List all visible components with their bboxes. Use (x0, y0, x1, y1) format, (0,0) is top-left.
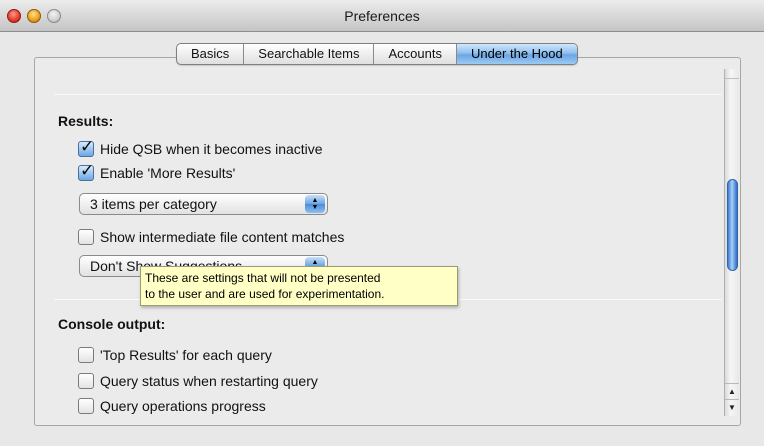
query-status-label: Query status when restarting query (100, 373, 318, 389)
tooltip-line-2: to the user and are used for experimenta… (145, 287, 385, 301)
console-output-heading: Console output: (58, 316, 166, 332)
scrollbar-top-cap (725, 69, 739, 79)
items-per-category-popup[interactable]: 3 items per category ▲ ▼ (79, 193, 328, 215)
title-bar[interactable]: Preferences (0, 0, 764, 32)
window-title: Preferences (344, 8, 420, 24)
tab-under-the-hood[interactable]: Under the Hood (456, 44, 577, 64)
vertical-scrollbar[interactable]: ▲ ▼ (724, 69, 739, 416)
enable-more-results-label: Enable 'More Results' (100, 165, 236, 181)
top-separator (54, 94, 722, 95)
experimental-settings-tooltip: These are settings that will not be pres… (140, 266, 458, 306)
hide-qsb-option[interactable]: ✓ Hide QSB when it becomes inactive (78, 137, 323, 159)
hide-qsb-checkbox[interactable]: ✓ (78, 137, 94, 157)
scrollbar-thumb[interactable] (727, 179, 738, 271)
scroll-up-arrow-icon[interactable]: ▲ (725, 383, 739, 399)
show-intermediate-option[interactable]: Show intermediate file content matches (78, 227, 344, 247)
tooltip-line-1: These are settings that will not be pres… (145, 271, 381, 285)
tab-searchable-items[interactable]: Searchable Items (244, 44, 375, 64)
items-per-category-value: 3 items per category (90, 196, 217, 212)
show-intermediate-checkbox[interactable] (78, 229, 94, 245)
checkmark-icon: ✓ (80, 137, 95, 156)
hide-qsb-label: Hide QSB when it becomes inactive (100, 141, 323, 157)
tab-basics[interactable]: Basics (177, 44, 245, 64)
checkmark-icon: ✓ (80, 161, 95, 180)
query-operations-option[interactable]: Query operations progress (78, 396, 266, 416)
enable-more-results-option[interactable]: ✓ Enable 'More Results' (78, 161, 236, 183)
enable-more-results-checkbox[interactable]: ✓ (78, 161, 94, 181)
scroll-down-arrow-icon[interactable]: ▼ (725, 399, 739, 415)
query-status-option[interactable]: Query status when restarting query (78, 371, 318, 391)
tab-accounts[interactable]: Accounts (374, 44, 457, 64)
popup-arrows-icon: ▲▼ (305, 195, 325, 213)
show-intermediate-label: Show intermediate file content matches (100, 229, 345, 245)
query-status-checkbox[interactable] (78, 373, 94, 389)
top-results-label: 'Top Results' for each query (100, 347, 272, 363)
query-operations-checkbox[interactable] (78, 398, 94, 414)
under-the-hood-content: Results: ✓ Hide QSB when it becomes inac… (54, 70, 722, 420)
results-heading: Results: (58, 113, 114, 129)
top-results-checkbox[interactable] (78, 347, 94, 363)
preferences-window: Preferences Basics Searchable Items Acco… (0, 0, 764, 446)
query-operations-label: Query operations progress (100, 398, 266, 414)
top-results-option[interactable]: 'Top Results' for each query (78, 345, 272, 365)
preferences-tab-bar: Basics Searchable Items Accounts Under t… (176, 43, 578, 65)
